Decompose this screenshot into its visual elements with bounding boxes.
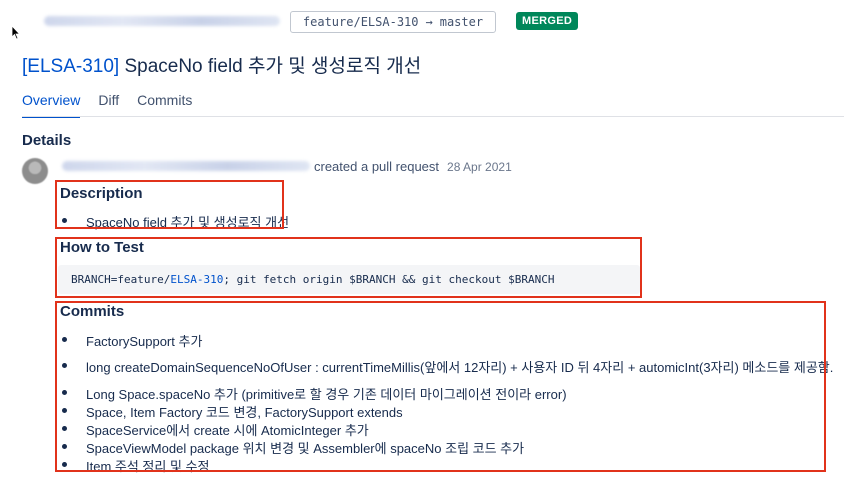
branch-pill: feature/ELSA-310 → master	[290, 11, 496, 33]
issue-key-link[interactable]: [ELSA-310]	[22, 56, 119, 77]
target-branch[interactable]: master	[440, 15, 483, 29]
merged-status-badge: MERGED	[516, 12, 579, 30]
pull-request-title: SpaceNo field 추가 및 생성로직 개선	[124, 56, 422, 77]
arrow-right-icon: →	[425, 15, 433, 29]
redacted-author-link[interactable]	[62, 161, 310, 171]
details-heading: Details	[22, 132, 72, 149]
tab-diff[interactable]: Diff	[98, 92, 119, 118]
avatar[interactable]	[22, 158, 48, 184]
tab-bar: Overview Diff Commits	[22, 92, 210, 118]
description-highlight-box	[55, 180, 284, 229]
commits-highlight-box	[55, 301, 826, 472]
how-to-test-highlight-box	[55, 237, 642, 298]
created-date: 28 Apr 2021	[447, 160, 512, 174]
created-action-text: created a pull request	[314, 159, 440, 174]
pr-created-line: created a pull request 28 Apr 2021	[314, 159, 512, 174]
redacted-repository-link[interactable]	[44, 16, 280, 26]
tab-commits[interactable]: Commits	[137, 92, 192, 118]
tabs-divider	[22, 116, 844, 117]
tab-overview[interactable]: Overview	[22, 92, 81, 118]
page-title: [ELSA-310] SpaceNo field 추가 및 생성로직 개선	[22, 51, 421, 78]
source-branch[interactable]: feature/ELSA-310	[303, 15, 419, 29]
mouse-cursor-icon	[11, 25, 21, 40]
